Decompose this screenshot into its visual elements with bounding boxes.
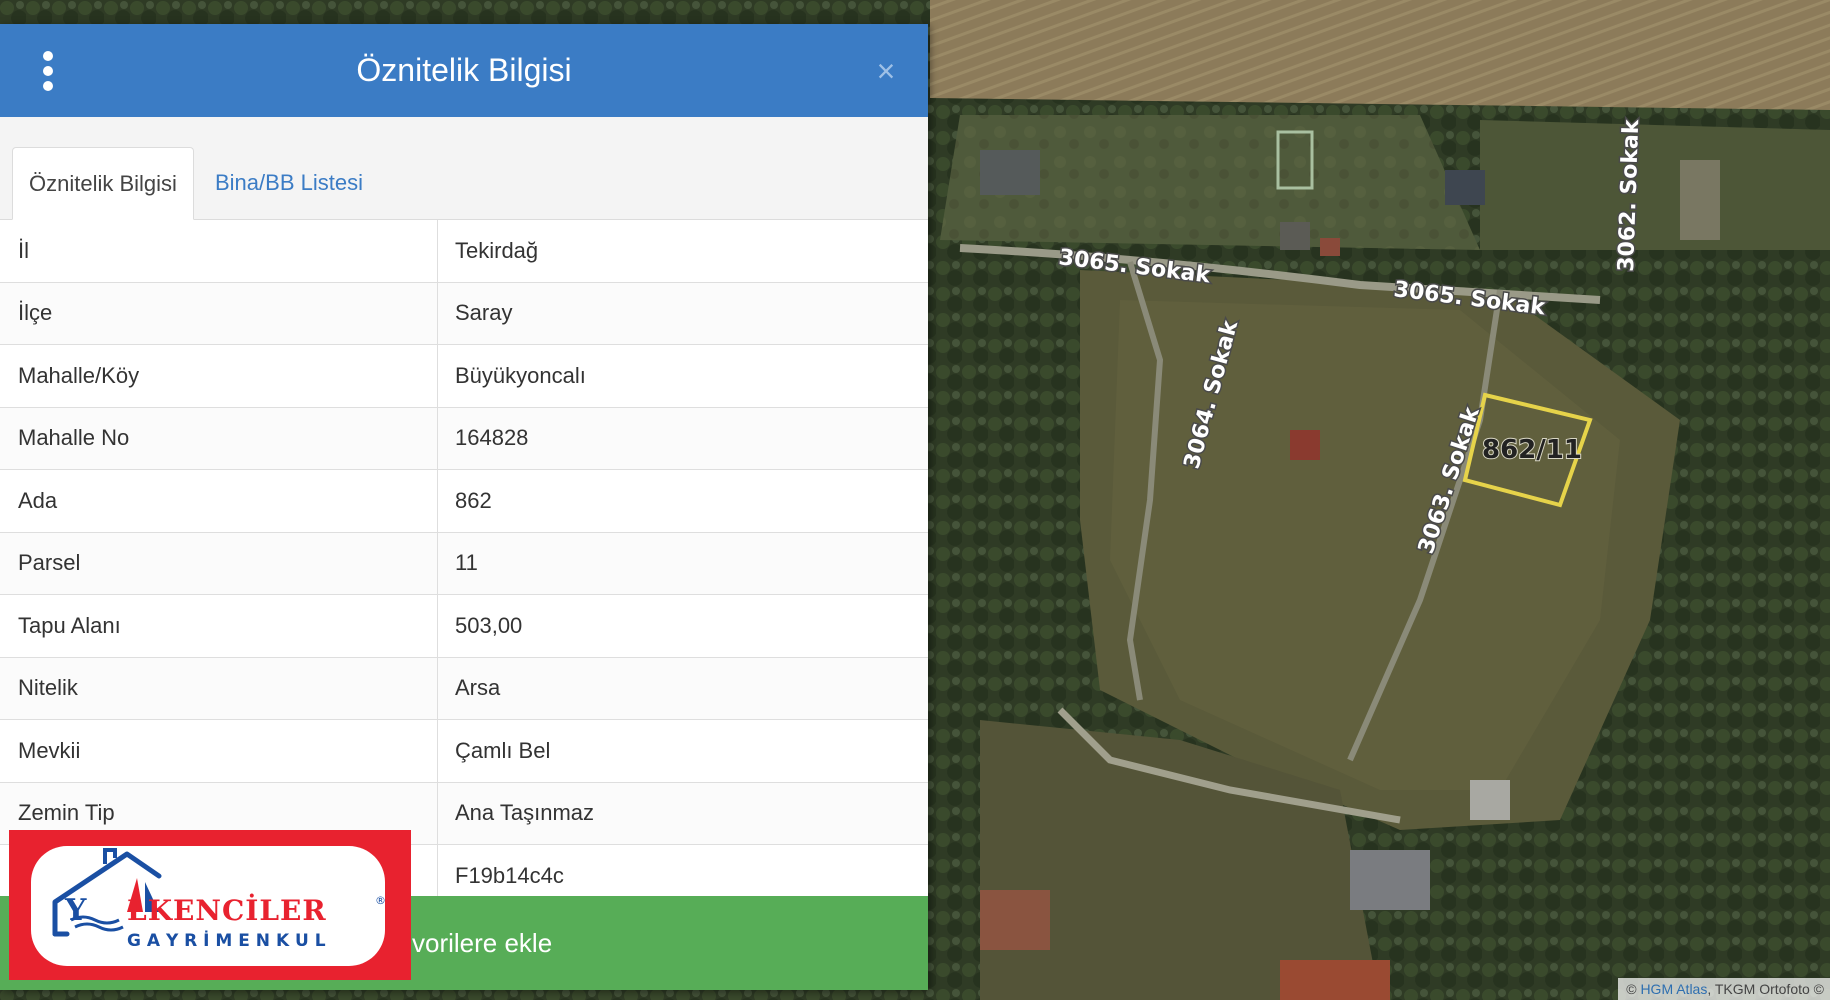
table-row: Parsel 11 [0,532,928,595]
attribute-key: Mahalle No [0,407,438,469]
attribution-copyright: © [1626,981,1637,997]
table-row: Mahalle/Köy Büyükyoncalı [0,345,928,408]
attribute-value: Arsa [455,675,501,701]
attribute-value: Çamlı Bel [455,737,551,763]
panel-tabs: Öznitelik Bilgisi Bina/BB Listesi [0,117,928,220]
table-row: İl Tekirdağ [0,220,928,283]
logo-letter-y: Y [64,893,87,928]
attribute-value: Saray [455,300,513,326]
attribute-value: Tekirdağ [455,237,539,263]
attribute-key: Nitelik [0,657,438,719]
map-attribution: © HGM Atlas, TKGM Ortofoto © [1618,978,1830,1000]
tab-attribute-info[interactable]: Öznitelik Bilgisi [12,147,194,220]
logo-line2: G A Y R İ M E N K U L [127,929,326,951]
logo-registered: ® [375,894,386,907]
panel-title: Öznitelik Bilgisi [356,52,572,88]
table-row: Tapu Alanı 503,00 [0,595,928,658]
attribution-text: , TKGM Ortofoto © [1707,981,1824,997]
table-row: Mevkii Çamlı Bel [0,720,928,783]
table-row: Mahalle No 164828 [0,407,928,470]
attribute-key: Parsel [0,532,438,594]
logo-line1: LKENCİLER [127,893,327,927]
attribute-value: Büyükyoncalı [455,362,586,388]
table-row: Nitelik Arsa [0,657,928,720]
attribute-value: 503,00 [455,612,523,638]
attribute-key: Tapu Alanı [0,595,438,657]
attribute-key: Mevkii [0,720,438,782]
attribute-key: Ada [0,470,438,532]
parcel-label: 862/11 [1482,435,1582,465]
attribute-value: 164828 [455,425,529,451]
table-row: Ada 862 [0,470,928,533]
close-icon[interactable]: × [866,48,906,94]
attribute-key: Mahalle/Köy [0,345,438,407]
favorites-button-label: vorilere ekle [412,928,553,958]
table-row: İlçe Saray [0,282,928,345]
attribute-table: İl Tekirdağ İlçe Saray Mahalle/Köy Büyük… [0,220,928,908]
attribute-value: 11 [455,550,478,576]
attribute-value: 862 [455,487,492,513]
attribute-value: Ana Taşınmaz [455,800,595,826]
panel-header: Öznitelik Bilgisi × [0,24,928,117]
attribute-key: İl [0,220,438,282]
house-roof-icon: Y LKENCİLER ® G A Y R İ M E N K U L [52,848,386,951]
attribution-link-hgm-atlas[interactable]: HGM Atlas [1640,981,1707,997]
company-logo: Y LKENCİLER ® G A Y R İ M E N K U L [9,830,411,980]
tab-building-list[interactable]: Bina/BB Listesi [199,147,379,219]
attribute-key: İlçe [0,282,438,344]
